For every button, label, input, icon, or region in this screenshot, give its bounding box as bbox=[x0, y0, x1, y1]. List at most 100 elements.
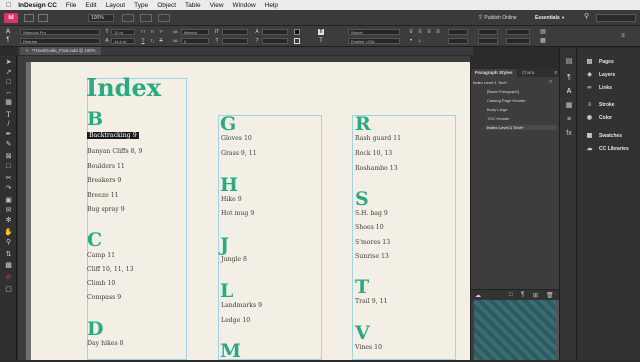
right-indent-field[interactable] bbox=[448, 38, 468, 44]
table-strip-icon[interactable]: ▦ bbox=[565, 102, 573, 110]
arrange-docs-icon[interactable] bbox=[158, 14, 170, 22]
tab-paragraph-styles[interactable]: Paragraph Styles bbox=[471, 69, 517, 77]
line-tool-icon[interactable]: / bbox=[4, 121, 13, 129]
vertical-scale-field[interactable] bbox=[222, 29, 248, 35]
text-stroke-icon[interactable]: T bbox=[318, 38, 324, 44]
zoom-tool-icon[interactable]: ⚲ bbox=[4, 239, 13, 247]
panel-swatches[interactable]: ▦ Swatches bbox=[577, 130, 640, 142]
align-right-icon[interactable]: ≡ bbox=[426, 29, 432, 35]
paragraph-styles-strip-icon[interactable]: ¶ bbox=[565, 74, 573, 82]
grid-align-icon[interactable]: ▦ bbox=[540, 38, 546, 44]
columns-icon[interactable]: ▤ bbox=[540, 29, 546, 35]
skew-field[interactable] bbox=[262, 38, 288, 44]
panel-layers[interactable]: ◈ Layers bbox=[577, 69, 640, 81]
scissors-tool-icon[interactable]: ✂ bbox=[4, 175, 13, 183]
content-collector-icon[interactable]: ▦ bbox=[4, 99, 13, 107]
character-styles-strip-icon[interactable]: A bbox=[565, 88, 573, 96]
menu-file[interactable]: File bbox=[66, 2, 76, 9]
gradient-tool-icon[interactable]: ▣ bbox=[4, 197, 13, 205]
panel-pages[interactable]: ▤ Pages bbox=[577, 56, 640, 68]
tab-character-styles[interactable]: Chara bbox=[518, 69, 539, 77]
kerning-field[interactable]: Metrics bbox=[181, 29, 209, 35]
panel-menu-icon[interactable]: ≡ bbox=[554, 69, 557, 77]
panel-cc-libraries[interactable]: ☁ CC Libraries bbox=[577, 143, 640, 155]
align-strip-icon[interactable]: ≡ bbox=[565, 116, 573, 124]
fill-stroke-swap-icon[interactable]: ⇅ bbox=[4, 251, 13, 259]
apply-none-icon[interactable]: ⊘ bbox=[4, 274, 13, 282]
workspace-switcher[interactable]: Essentials ▼ bbox=[535, 13, 575, 23]
apple-icon[interactable]:  bbox=[6, 2, 11, 9]
publish-online-button[interactable]: ⇧ Publish Online bbox=[478, 13, 528, 23]
fill-swatch-icon[interactable] bbox=[294, 29, 300, 35]
bulleted-list-icon[interactable]: • bbox=[408, 38, 414, 44]
direct-selection-tool-icon[interactable]: ↗ bbox=[4, 69, 13, 77]
font-family-field[interactable]: Warnock Pro bbox=[20, 29, 100, 35]
space-after-field[interactable] bbox=[478, 38, 498, 44]
cc-libraries-icon[interactable]: ☁ bbox=[475, 292, 481, 299]
stock-icon[interactable] bbox=[38, 14, 48, 22]
eyedropper-tool-icon[interactable]: ✼ bbox=[4, 217, 13, 225]
effects-strip-icon[interactable]: fx bbox=[565, 130, 573, 138]
menu-edit[interactable]: Edit bbox=[85, 2, 96, 9]
panel-stroke[interactable]: ≡ Stroke bbox=[577, 99, 640, 111]
paragraph-style-field[interactable] bbox=[506, 29, 530, 35]
language-field[interactable]: English: USA bbox=[348, 38, 400, 44]
subscript-button[interactable]: T₁ bbox=[149, 38, 155, 44]
fill-stroke-icon[interactable]: ▩ bbox=[4, 262, 13, 270]
style-list-item[interactable]: Catalog Page Header bbox=[487, 98, 525, 103]
space-before-field[interactable] bbox=[478, 29, 498, 35]
small-caps-button[interactable]: Tt bbox=[149, 29, 155, 35]
align-center-icon[interactable]: ≡ bbox=[417, 29, 423, 35]
rectangle-tool-icon[interactable]: □ bbox=[4, 163, 13, 171]
left-indent-field[interactable] bbox=[448, 29, 468, 35]
help-search-field[interactable] bbox=[596, 14, 636, 22]
rectangle-frame-tool-icon[interactable]: ⊠ bbox=[4, 153, 13, 161]
character-formatting-icon[interactable]: A bbox=[5, 29, 11, 35]
bridge-icon[interactable] bbox=[24, 14, 34, 22]
menu-type[interactable]: Type bbox=[134, 2, 148, 9]
pen-tool-icon[interactable]: ✒ bbox=[4, 131, 13, 139]
panel-links[interactable]: ∞ Links bbox=[577, 82, 640, 94]
pencil-tool-icon[interactable]: ✎ bbox=[4, 141, 13, 149]
delete-icon[interactable]: 🗑 bbox=[546, 292, 554, 299]
superscript-button[interactable]: T¹ bbox=[158, 29, 164, 35]
panel-color[interactable]: ◉ Color bbox=[577, 112, 640, 124]
type-tool-icon[interactable]: T bbox=[4, 111, 13, 119]
font-size-field[interactable]: 12 pt bbox=[111, 29, 135, 35]
close-icon[interactable]: × bbox=[26, 48, 29, 53]
stroke-swatch-icon[interactable] bbox=[294, 38, 300, 44]
underline-button[interactable]: T bbox=[140, 38, 146, 44]
numbered-list-icon[interactable]: 1. bbox=[417, 38, 423, 44]
screen-mode-icon[interactable] bbox=[140, 14, 152, 22]
view-options-icon[interactable] bbox=[122, 14, 134, 22]
style-list-item[interactable]: TOC Header bbox=[487, 116, 510, 121]
align-left-icon[interactable]: ≡ bbox=[408, 29, 414, 35]
style-list-item[interactable]: [Basic Paragraph] bbox=[487, 89, 519, 94]
leading-field[interactable]: 14.4 pt bbox=[111, 38, 135, 44]
drop-cap-field[interactable] bbox=[506, 38, 530, 44]
index-entry-selected[interactable]: Backtracking 9 bbox=[87, 132, 139, 139]
page-tool-icon[interactable]: □ bbox=[4, 79, 13, 87]
hand-tool-icon[interactable]: ✋ bbox=[4, 229, 13, 237]
character-style-field[interactable]: [None] bbox=[348, 29, 400, 35]
search-icon[interactable]: ⚲ bbox=[584, 12, 594, 22]
justify-icon[interactable]: ≡ bbox=[435, 29, 441, 35]
all-caps-button[interactable]: TT bbox=[140, 29, 146, 35]
style-list-item-selected[interactable]: Index Level 1 Text+ bbox=[485, 125, 557, 130]
clear-overrides-icon[interactable]: ¶ bbox=[521, 292, 524, 298]
screen-mode-tool-icon[interactable]: ▢ bbox=[4, 286, 13, 294]
app-name-menu[interactable]: InDesign CC bbox=[18, 2, 57, 9]
text-fill-icon[interactable]: T bbox=[318, 29, 324, 35]
menu-view[interactable]: View bbox=[210, 2, 224, 9]
cc-libraries-strip-icon[interactable]: ▤ bbox=[565, 58, 573, 66]
strikethrough-button[interactable]: T bbox=[158, 38, 164, 44]
baseline-shift-field[interactable] bbox=[262, 29, 288, 35]
new-style-group-icon[interactable]: □ bbox=[549, 79, 552, 85]
menu-object[interactable]: Object bbox=[157, 2, 176, 9]
horizontal-scale-field[interactable] bbox=[222, 38, 248, 44]
gap-tool-icon[interactable]: ↔ bbox=[4, 89, 13, 97]
tracking-field[interactable]: 0 bbox=[181, 38, 209, 44]
note-tool-icon[interactable]: ✉ bbox=[4, 207, 13, 215]
style-list-item[interactable]: Body Large bbox=[487, 107, 507, 112]
free-transform-tool-icon[interactable]: ↷ bbox=[4, 185, 13, 193]
